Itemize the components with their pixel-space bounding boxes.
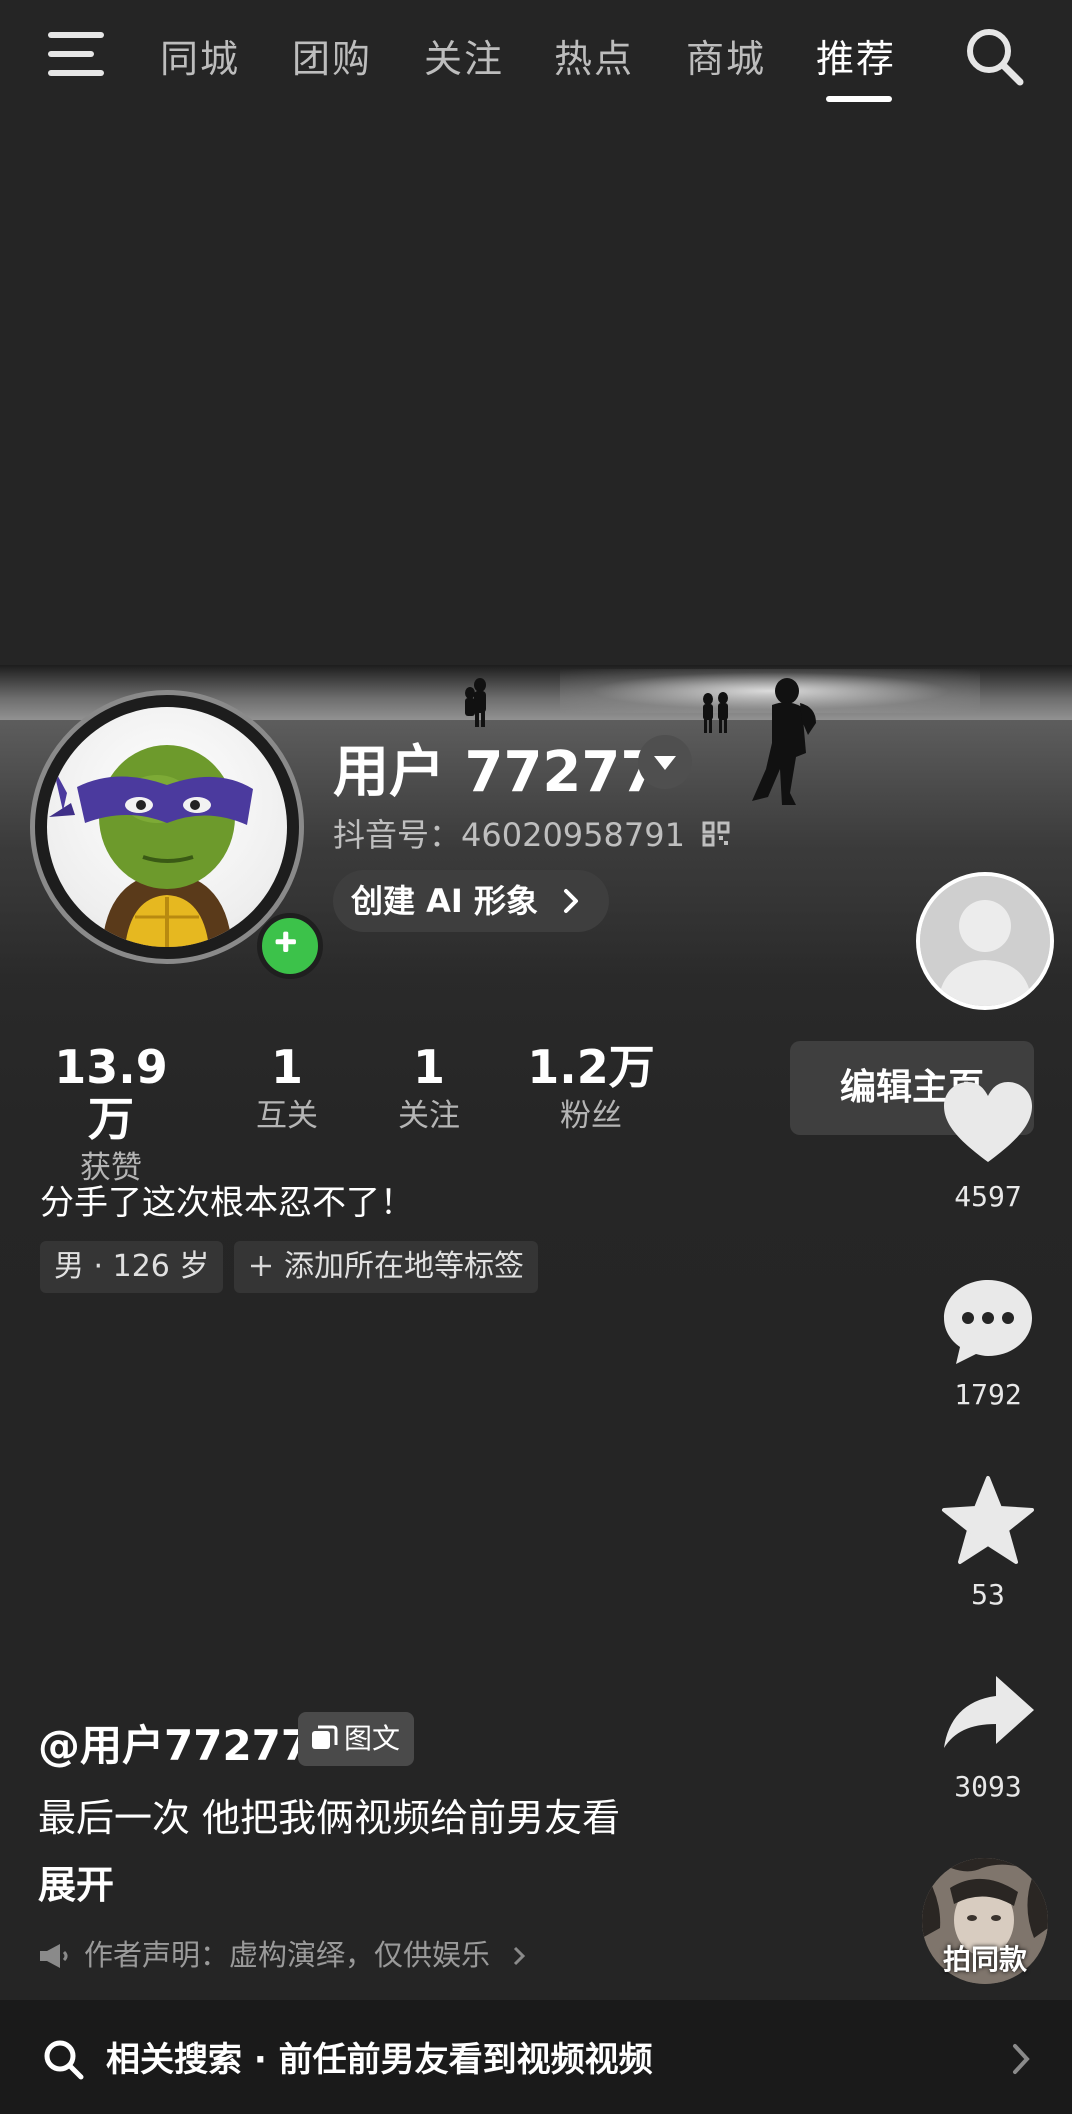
- stat-followers[interactable]: 1.2万 粉丝: [516, 1041, 666, 1139]
- avatar-turtle-image: [47, 707, 287, 947]
- comment-icon[interactable]: [938, 1272, 1038, 1372]
- profile-bio: 分手了这次根本忍不了！: [40, 1183, 414, 1223]
- creator-avatar[interactable]: [916, 872, 1054, 1010]
- plus-icon: [251, 1256, 271, 1276]
- stat-value: 1.2万: [527, 1040, 655, 1094]
- heart-like-icon[interactable]: [938, 1074, 1038, 1174]
- stat-value: 13.9万: [54, 1040, 168, 1146]
- stat-label: 粉丝: [560, 1098, 622, 1134]
- share-arrow-icon[interactable]: [938, 1664, 1038, 1764]
- douyin-id-text: 抖音号：46020958791: [333, 816, 685, 854]
- chevron-right-icon: [514, 1946, 526, 1966]
- image-text-badge-label: 图文: [344, 1722, 401, 1755]
- expand-caption-link[interactable]: 展开: [38, 1854, 114, 1909]
- menu-icon[interactable]: [48, 32, 108, 76]
- profile-avatar[interactable]: [30, 690, 323, 979]
- stat-following[interactable]: 1 关注: [374, 1041, 484, 1139]
- tab-redian[interactable]: 热点: [554, 28, 634, 83]
- image-text-badge: 图文: [298, 1712, 415, 1766]
- chevron-right-icon: [564, 889, 579, 913]
- stat-value: 1: [412, 1040, 445, 1094]
- qr-code-icon[interactable]: [701, 820, 731, 848]
- related-search-text[interactable]: 相关搜索 · 前任前男友看到视频视频: [106, 2032, 653, 2081]
- share-count: 3093: [954, 1770, 1022, 1803]
- megaphone-icon: [40, 1944, 68, 1968]
- tab-guanzhu[interactable]: 关注: [424, 28, 504, 83]
- stat-label: 关注: [398, 1098, 460, 1134]
- add-tags-label: 添加所在地等标签: [284, 1249, 524, 1284]
- gender-age-chip[interactable]: 男 · 126 岁: [40, 1241, 224, 1293]
- image-post-icon: [312, 1725, 338, 1749]
- tab-tuijian[interactable]: 推荐: [816, 28, 896, 83]
- profile-card: 用户 77277 抖音号：46020958791 创建 AI 形象 13.9万 …: [0, 665, 1072, 1330]
- tab-tuangou[interactable]: 团购: [292, 28, 372, 83]
- post-caption: 最后一次 他把我俩视频给前男友看: [38, 1796, 621, 1840]
- active-tab-indicator: [826, 96, 892, 102]
- add-tags-chip[interactable]: 添加所在地等标签: [234, 1241, 538, 1293]
- create-ai-avatar-label: 创建 AI 形象: [351, 882, 538, 920]
- add-follow-icon[interactable]: [257, 913, 323, 979]
- same-style-label: 拍同款: [942, 1943, 1027, 1976]
- stat-label: 互关: [256, 1098, 318, 1134]
- chevron-right-icon: [1013, 2044, 1030, 2074]
- account-switch-chevron-down-icon[interactable]: [638, 735, 692, 789]
- stat-mutual-follows[interactable]: 1 互关: [232, 1041, 342, 1139]
- author-disclaimer-text: 作者声明：虚构演绎，仅供娱乐: [84, 1938, 491, 1972]
- top-nav: 同城 团购 关注 热点 商城 推荐: [0, 0, 1072, 110]
- create-ai-avatar-button[interactable]: 创建 AI 形象: [333, 870, 610, 932]
- comment-count: 1792: [954, 1378, 1022, 1411]
- tab-tongcheng[interactable]: 同城: [160, 28, 240, 83]
- post-author[interactable]: @用户77277: [38, 1712, 310, 1773]
- favorite-count: 53: [971, 1578, 1005, 1611]
- default-avatar-icon: [920, 876, 1050, 1006]
- author-disclaimer[interactable]: 作者声明：虚构演绎，仅供娱乐: [38, 1932, 527, 1974]
- search-icon[interactable]: [962, 24, 1026, 88]
- stat-value: 1: [270, 1040, 303, 1094]
- stat-likes-received[interactable]: 13.9万 获赞: [36, 1041, 186, 1191]
- profile-username: 用户 77277: [333, 740, 660, 805]
- tab-shangcheng[interactable]: 商城: [686, 28, 766, 83]
- like-count: 4597: [954, 1180, 1022, 1213]
- search-icon: [44, 2040, 84, 2080]
- favorite-star-icon[interactable]: [938, 1472, 1038, 1572]
- douyin-id: 抖音号：46020958791: [333, 810, 731, 856]
